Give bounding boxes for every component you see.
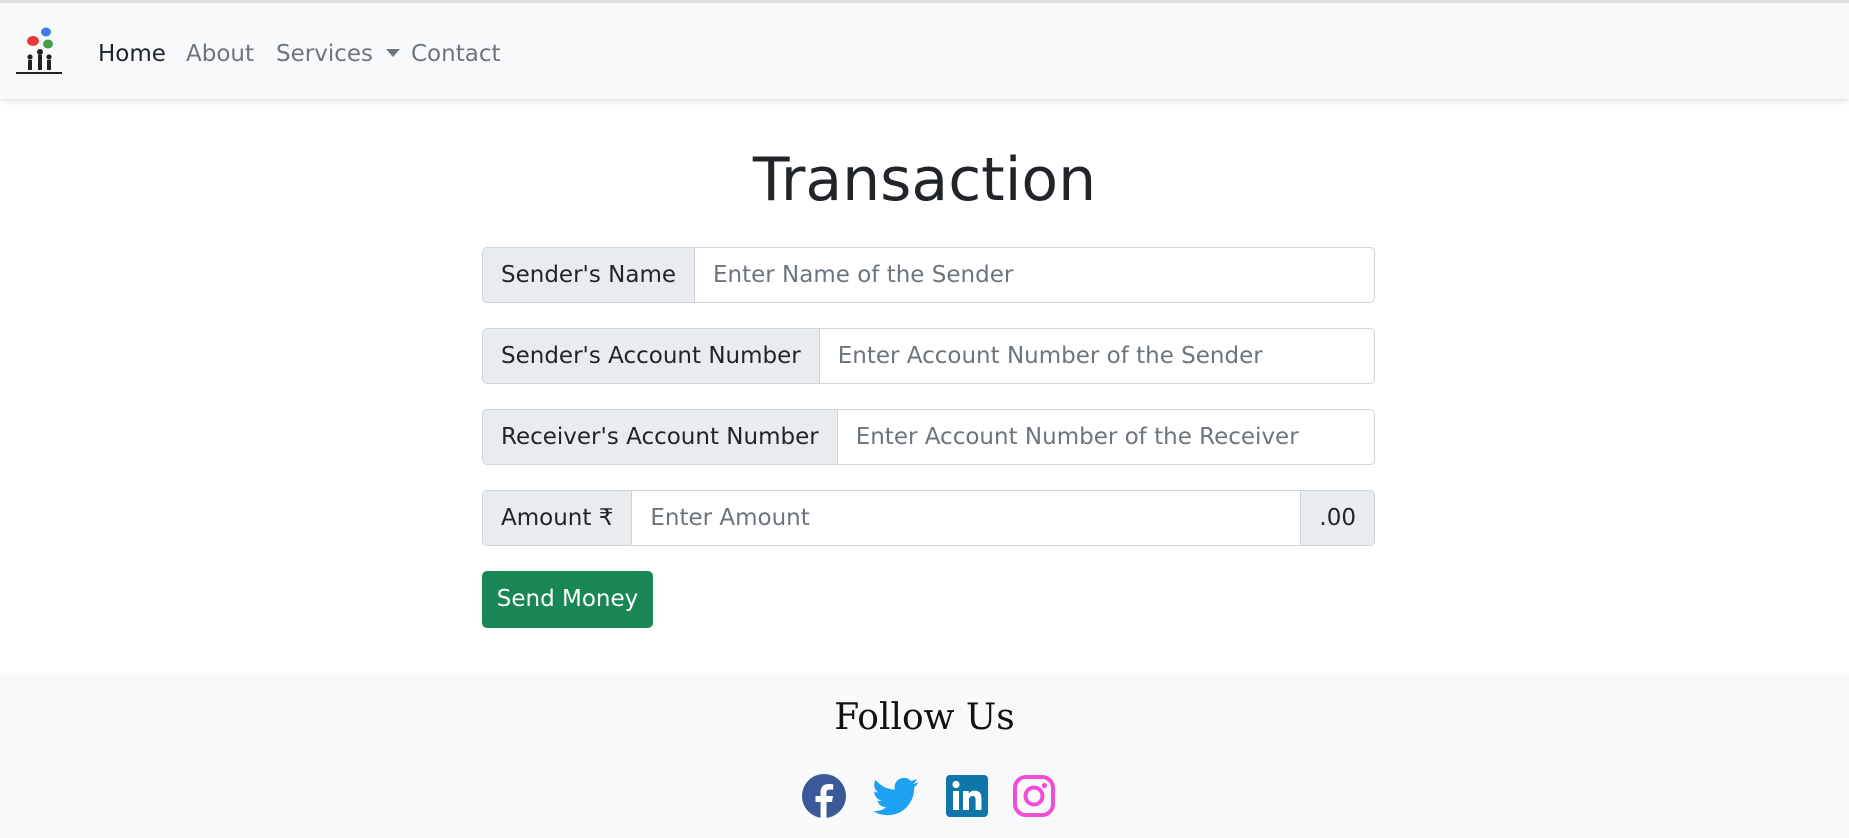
sender-name-label: Sender's Name — [483, 248, 696, 302]
sender-account-group: Sender's Account Number — [482, 328, 1375, 384]
sender-account-input[interactable] — [819, 329, 1374, 383]
twitter-icon[interactable] — [873, 773, 919, 819]
sender-account-label: Sender's Account Number — [483, 329, 820, 383]
facebook-icon[interactable] — [801, 773, 847, 819]
amount-label: Amount ₹ — [483, 491, 633, 545]
bank-logo-icon[interactable] — [15, 26, 63, 78]
receiver-account-group: Receiver's Account Number — [482, 409, 1375, 465]
follow-us-heading: Follow Us — [834, 697, 1015, 738]
nav-services-dropdown[interactable]: Services — [276, 40, 400, 68]
linkedin-icon[interactable] — [944, 773, 990, 819]
sender-name-group: Sender's Name — [482, 247, 1375, 303]
page-title: Transaction — [752, 145, 1097, 215]
send-money-button[interactable]: Send Money — [482, 571, 653, 628]
nav-services-label: Services — [276, 41, 373, 67]
navbar: Home About Services Contact — [0, 3, 1849, 99]
amount-group: Amount ₹ .00 — [482, 490, 1375, 546]
nav-contact[interactable]: Contact — [411, 40, 500, 68]
instagram-icon[interactable] — [1011, 773, 1057, 819]
receiver-account-input[interactable] — [837, 410, 1374, 464]
nav-about[interactable]: About — [186, 40, 254, 68]
chevron-down-icon — [386, 49, 400, 57]
footer: Follow Us — [0, 673, 1849, 838]
amount-decimal-suffix: .00 — [1300, 491, 1374, 545]
nav-home[interactable]: Home — [98, 40, 166, 68]
receiver-account-label: Receiver's Account Number — [483, 410, 838, 464]
sender-name-input[interactable] — [695, 248, 1374, 302]
amount-input[interactable] — [632, 491, 1301, 545]
